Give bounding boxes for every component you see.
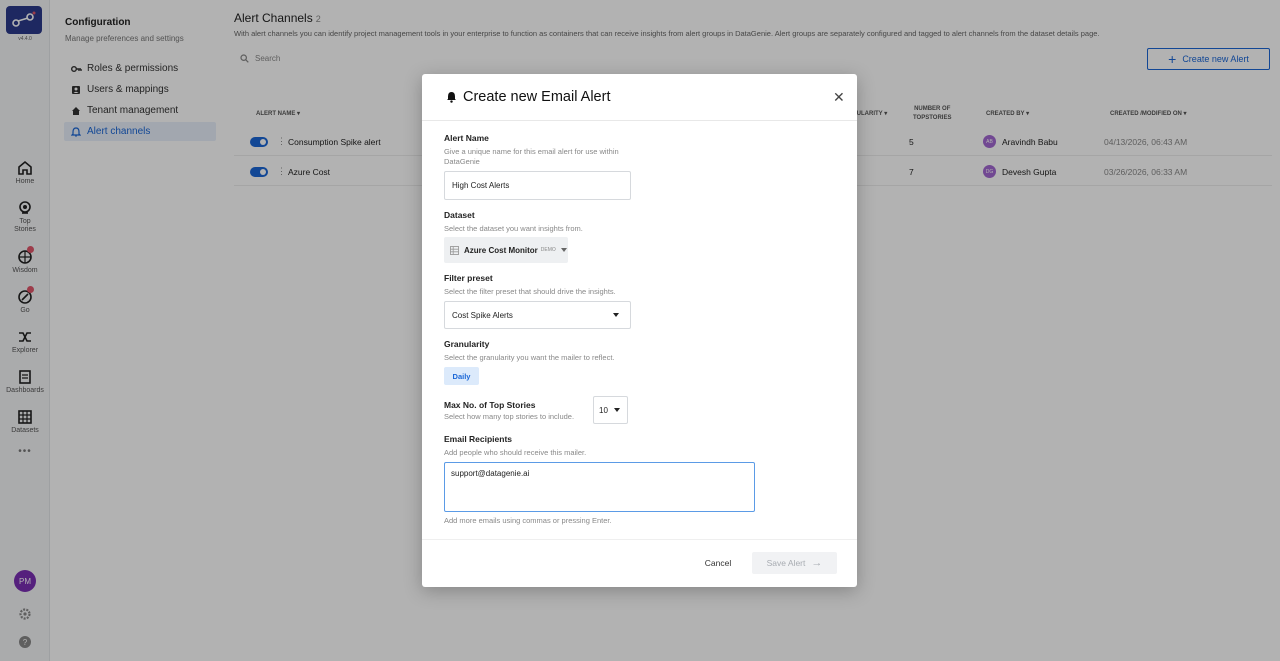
bell-icon xyxy=(447,92,456,103)
alert-name-help: Give a unique name for this email alert … xyxy=(444,147,619,166)
demo-tag: DEMO xyxy=(540,247,556,253)
email-recipients-input[interactable]: support@datagenie.ai xyxy=(444,462,755,512)
save-alert-button[interactable]: Save Alert → xyxy=(752,552,837,574)
dataset-select[interactable]: Azure Cost Monitor DEMO xyxy=(444,237,568,263)
save-alert-label: Save Alert xyxy=(766,558,806,568)
granularity-help: Select the granularity you want the mail… xyxy=(444,353,615,362)
chevron-down-icon xyxy=(613,408,620,412)
max-top-stories-select[interactable]: 10 xyxy=(593,396,628,424)
modal-title-text: Create new Email Alert xyxy=(463,89,611,105)
modal-header: Create new Email Alert ✕ xyxy=(422,74,857,121)
filter-preset-value: Cost Spike Alerts xyxy=(452,310,513,320)
alert-name-label: Alert Name xyxy=(444,133,489,143)
create-email-alert-modal: Create new Email Alert ✕ Alert Name Give… xyxy=(422,74,857,587)
filter-preset-label: Filter preset xyxy=(444,273,493,283)
dataset-table-icon xyxy=(450,245,459,255)
filter-preset-select[interactable]: Cost Spike Alerts xyxy=(444,301,631,329)
alert-name-input[interactable]: High Cost Alerts xyxy=(444,171,631,200)
dataset-value: Azure Cost Monitor xyxy=(464,245,538,255)
email-recipients-label: Email Recipients xyxy=(444,434,513,444)
arrow-right-icon: → xyxy=(811,557,823,569)
close-icon[interactable]: ✕ xyxy=(833,90,845,104)
dataset-help: Select the dataset you want insights fro… xyxy=(444,224,583,233)
granularity-label: Granularity xyxy=(444,339,490,349)
filter-preset-help: Select the filter preset that should dri… xyxy=(444,287,616,296)
email-recipients-help: Add people who should receive this maile… xyxy=(444,448,587,457)
email-recipients-hint: Add more emails using commas or pressing… xyxy=(444,516,612,525)
modal-footer-divider xyxy=(422,539,857,540)
max-top-stories-value: 10 xyxy=(599,405,608,415)
granularity-daily-chip[interactable]: Daily xyxy=(444,367,479,385)
max-top-stories-label: Max No. of Top Stories xyxy=(444,400,536,410)
dataset-label: Dataset xyxy=(444,210,475,220)
chevron-down-icon xyxy=(613,313,619,317)
chevron-down-icon xyxy=(560,248,567,252)
modal-title: Create new Email Alert xyxy=(446,89,610,105)
max-top-stories-help: Select how many top stories to include. xyxy=(444,412,575,421)
cancel-button[interactable]: Cancel xyxy=(700,554,736,572)
